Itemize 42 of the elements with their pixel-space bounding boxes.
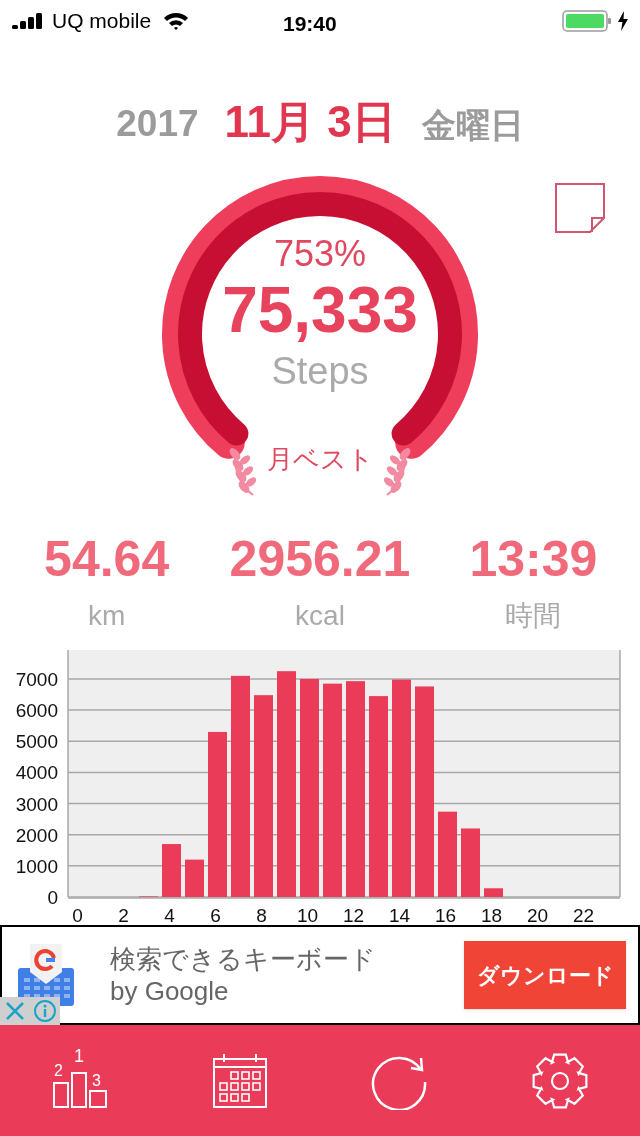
carrier-name: UQ mobile (52, 8, 152, 35)
x-tick-label: 6 (210, 905, 221, 924)
x-tick-label: 16 (434, 905, 457, 924)
stat-unit: 時間 (505, 602, 562, 630)
rank-number: 1 (74, 1046, 84, 1065)
stat-value: 2956.21 (229, 530, 411, 584)
y-tick-label: 4000 (15, 762, 58, 784)
y-tick-label: 0 (47, 887, 58, 908)
x-tick-label: 8 (256, 905, 267, 924)
x-tick-label: 2 (118, 905, 129, 924)
year-label: 2017 (116, 105, 199, 142)
x-tick-label: 10 (296, 905, 319, 924)
x-tick-label: 12 (342, 905, 365, 924)
y-tick-label: 6000 (15, 700, 58, 722)
y-tick-label: 3000 (15, 793, 58, 815)
stat-value: 54.64 (44, 530, 170, 584)
x-tick-label: 22 (572, 905, 595, 924)
x-tick-label: 18 (480, 905, 503, 924)
x-tick-label: 14 (388, 905, 411, 924)
y-tick-label: 5000 (15, 731, 58, 753)
y-tick-label: 7000 (15, 668, 58, 690)
stat-value: 13:39 (469, 530, 598, 584)
stat-unit: kcal (295, 602, 345, 630)
weekday-label: 金曜日 (421, 108, 524, 142)
percent-label: 753% (272, 236, 368, 272)
clock-time: 19:40 (283, 11, 337, 37)
rank-number: 2 (54, 1062, 63, 1079)
x-tick-label: 20 (526, 905, 549, 924)
date-label: 11月 3日 (224, 100, 396, 144)
x-tick-label: 0 (72, 905, 83, 924)
y-tick-label: 1000 (15, 855, 58, 877)
steps-unit: Steps (270, 352, 370, 390)
rank-number: 3 (92, 1072, 101, 1089)
stat-unit: km (88, 602, 126, 630)
ad-title: 検索できるキーボード (110, 942, 376, 975)
monthly-best-label: 月ベスト (266, 446, 374, 472)
x-tick-label: 4 (164, 905, 175, 924)
download-button[interactable]: ダウンロード (464, 941, 626, 1009)
y-tick-label: 2000 (15, 824, 58, 846)
ad-banner[interactable]: 検索できるキーボード by Google ダウンロード (0, 925, 640, 1025)
step-count: 75,333 (221, 278, 419, 342)
ad-subtitle: by Google (110, 975, 230, 1008)
